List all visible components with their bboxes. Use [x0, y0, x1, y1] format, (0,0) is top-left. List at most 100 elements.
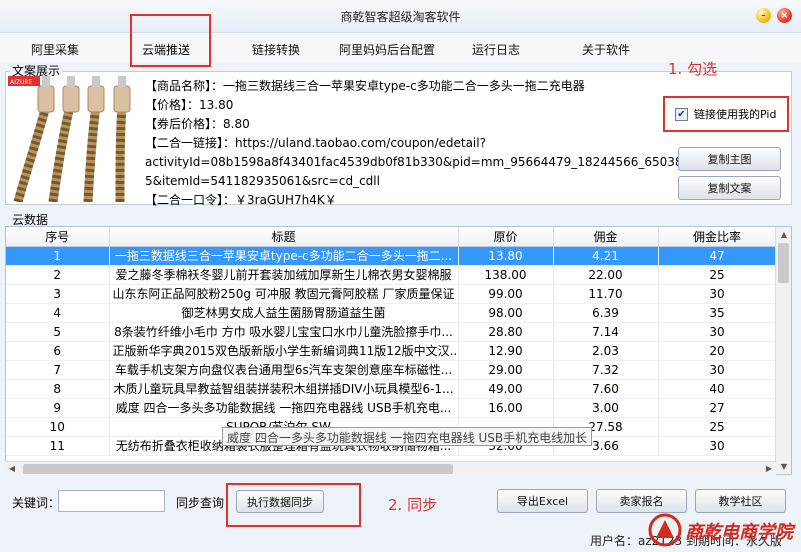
- cell-commission-rate: 47: [658, 246, 777, 266]
- highlight-box-tab: [130, 14, 211, 67]
- window-title: 商乾智客超级淘客软件: [340, 10, 461, 24]
- cell-index: 3: [6, 284, 110, 304]
- tab-run-log[interactable]: 运行日志: [472, 41, 520, 58]
- copy-main-image-button[interactable]: 复制主图: [678, 147, 781, 171]
- cell-commission-rate: 20: [658, 341, 777, 361]
- link-line-3[interactable]: 5&itemId=541182935061&src=cd_cdll: [145, 172, 660, 191]
- cell-commission-rate: 30: [658, 322, 777, 342]
- cell-price: 99.00: [458, 284, 554, 304]
- cell-price: 13.80: [458, 246, 554, 266]
- export-excel-button[interactable]: 导出Excel: [497, 489, 588, 513]
- cell-title: 一拖三数据线三合一苹果安卓type-c多功能二合一多头一拖二...: [109, 246, 459, 266]
- table-row[interactable]: 3 山东东阿正品阿胶粉250g 可冲服 教固元膏阿胶糕 厂家质量保证 99.00 11…: [6, 284, 777, 304]
- copy-text-button[interactable]: 复制文案: [678, 176, 781, 200]
- use-my-pid-checkbox-group[interactable]: ✔ 链接使用我的Pid: [663, 96, 789, 132]
- cell-title: 正版新华字典2015双色版新版小学生新编词典11版12版中文汉...: [109, 341, 459, 361]
- table-vertical-scrollbar[interactable]: ▲ ▼: [775, 227, 791, 474]
- cell-commission-rate: 27: [658, 398, 777, 418]
- use-my-pid-label: 链接使用我的Pid: [694, 108, 777, 121]
- keyword-label: 关键词：: [12, 496, 61, 510]
- table-row[interactable]: 9 威度 四合一多头多功能数据线 一拖四充电器线 USB手机充电... 16.00 3…: [6, 398, 777, 418]
- cell-title: 爱之藤冬季棉袄冬婴儿前开套装加绒加厚新生儿棉衣男女婴棉服: [109, 265, 459, 285]
- cell-commission-rate: 40: [658, 379, 777, 399]
- price-line: 【价格】：13.80: [145, 98, 234, 112]
- table-row[interactable]: 8 木质儿童玩具早教益智组装拼装积木组拼插DIV小玩具模型6-1... 49.00 7…: [6, 379, 777, 399]
- vertical-scroll-thumb[interactable]: [778, 243, 789, 283]
- minimize-button[interactable]: –: [756, 8, 771, 23]
- cell-commission: 7.14: [553, 322, 659, 342]
- cell-price: 29.00: [458, 360, 554, 380]
- svg-text:AIZURE: AIZURE: [10, 79, 33, 86]
- table-row[interactable]: 6 正版新华字典2015双色版新版小学生新编词典11版12版中文汉... 12.90…: [6, 341, 777, 361]
- cell-commission: 7.32: [553, 360, 659, 380]
- cell-index: 4: [6, 303, 110, 323]
- table-row[interactable]: 2 爱之藤冬季棉袄冬婴儿前开套装加绒加厚新生儿棉衣男女婴棉服 138.00 22.00…: [6, 265, 777, 285]
- cell-title: 木质儿童玩具早教益智组装拼装积木组拼插DIV小玩具模型6-1...: [109, 379, 459, 399]
- logo-text: 商乾电商学院: [685, 522, 796, 543]
- cell-index: 11: [6, 436, 110, 456]
- cell-index: 10: [6, 417, 110, 437]
- cell-price: 98.00: [458, 303, 554, 323]
- tab-link-convert[interactable]: 链接转换: [252, 41, 300, 58]
- cell-index: 1: [6, 246, 110, 266]
- close-button[interactable]: ×: [777, 8, 792, 23]
- tab-about[interactable]: 关于软件: [582, 41, 630, 58]
- token-line: 【二合一口令】：￥3raGUH7h4K￥: [145, 193, 337, 207]
- tab-alimama-config[interactable]: 阿里妈妈后台配置: [339, 41, 435, 58]
- annotation-step1: 1. 勾选: [668, 60, 718, 78]
- cell-commission: 4.21: [553, 246, 659, 266]
- cell-index: 6: [6, 341, 110, 361]
- cell-commission-rate: 35: [658, 303, 777, 323]
- table-header-row: 序号 标题 原价 佣金 佣金比率: [6, 227, 777, 247]
- scroll-down-icon[interactable]: ▼: [776, 459, 791, 474]
- cell-commission: 7.60: [553, 379, 659, 399]
- link-line-2[interactable]: activityId=08b1598a8f43401fac4539db0f81b…: [145, 153, 698, 172]
- cell-title: 车载手机支架方向盘仪表台通用型6s汽车支架创意座车标磁性...: [109, 360, 459, 380]
- cell-commission-rate: 25: [658, 265, 777, 285]
- scroll-right-icon[interactable]: ▶: [762, 462, 776, 476]
- cell-index: 8: [6, 379, 110, 399]
- cell-commission: 2.03: [553, 341, 659, 361]
- col-header-index[interactable]: 序号: [6, 227, 110, 247]
- cell-commission-rate: 25: [658, 417, 777, 437]
- brand-logo: 商乾电商学院: [645, 508, 801, 552]
- product-name-line: 【商品名称】：一拖三数据线三合一苹果安卓type-c多功能二合一多头一拖二充电器: [145, 79, 585, 93]
- cell-price: 28.80: [458, 322, 554, 342]
- tab-ali-collect[interactable]: 阿里采集: [31, 41, 79, 58]
- cell-index: 7: [6, 360, 110, 380]
- table-row[interactable]: 4 御芝林男女成人益生菌肠胃肠道益生菌 98.00 6.39 35: [6, 303, 777, 323]
- cell-title: 山东东阿正品阿胶粉250g 可冲服 教固元膏阿胶糕 厂家质量保证: [109, 284, 459, 304]
- cell-price: 138.00: [458, 265, 554, 285]
- col-header-title[interactable]: 标题: [109, 227, 459, 247]
- cell-commission: 3.00: [553, 398, 659, 418]
- link-line-1[interactable]: 【二合一链接】：https://uland.taobao.com/coupon/…: [145, 134, 660, 153]
- coupon-price-line: 【券后价格】：8.80: [145, 117, 250, 131]
- scroll-up-icon[interactable]: ▲: [776, 227, 791, 242]
- cell-price: 12.90: [458, 341, 554, 361]
- cell-index: 5: [6, 322, 110, 342]
- cell-commission: 22.00: [553, 265, 659, 285]
- keyword-input[interactable]: [58, 490, 165, 512]
- cell-title: 8条装竹纤维小毛巾 方巾 吸水婴儿宝宝口水巾儿童洗脸擦手巾...: [109, 322, 459, 342]
- col-header-commission-rate[interactable]: 佣金比率: [658, 227, 777, 247]
- product-image: AIZURE: [8, 76, 138, 202]
- sync-data-button[interactable]: 执行数据同步: [236, 490, 324, 513]
- product-info: 【商品名称】：一拖三数据线三合一苹果安卓type-c多功能二合一多头一拖二充电器…: [145, 77, 698, 210]
- cell-commission-rate: 30: [658, 284, 777, 304]
- sync-query-label: 同步查询: [176, 496, 225, 510]
- table-row[interactable]: 7 车载手机支架方向盘仪表台通用型6s汽车支架创意座车标磁性... 29.00 7.3…: [6, 360, 777, 380]
- horizontal-scroll-thumb[interactable]: [23, 464, 453, 474]
- use-my-pid-checkbox[interactable]: ✔: [675, 107, 688, 121]
- cell-title: 威度 四合一多头多功能数据线 一拖四充电器线 USB手机充电...: [109, 398, 459, 418]
- scroll-left-icon[interactable]: ◀: [5, 462, 19, 476]
- table-horizontal-scrollbar[interactable]: ◀ ▶: [5, 461, 776, 475]
- cell-title: 御芝林男女成人益生菌肠胃肠道益生菌: [109, 303, 459, 323]
- table-row[interactable]: 1 一拖三数据线三合一苹果安卓type-c多功能二合一多头一拖二... 13.80 4…: [6, 246, 777, 266]
- cell-commission: 6.39: [553, 303, 659, 323]
- table-row[interactable]: 5 8条装竹纤维小毛巾 方巾 吸水婴儿宝宝口水巾儿童洗脸擦手巾... 28.80 7.…: [6, 322, 777, 342]
- cell-index: 9: [6, 398, 110, 418]
- cell-price: 16.00: [458, 398, 554, 418]
- cell-commission: 11.70: [553, 284, 659, 304]
- col-header-price[interactable]: 原价: [458, 227, 554, 247]
- col-header-commission[interactable]: 佣金: [553, 227, 659, 247]
